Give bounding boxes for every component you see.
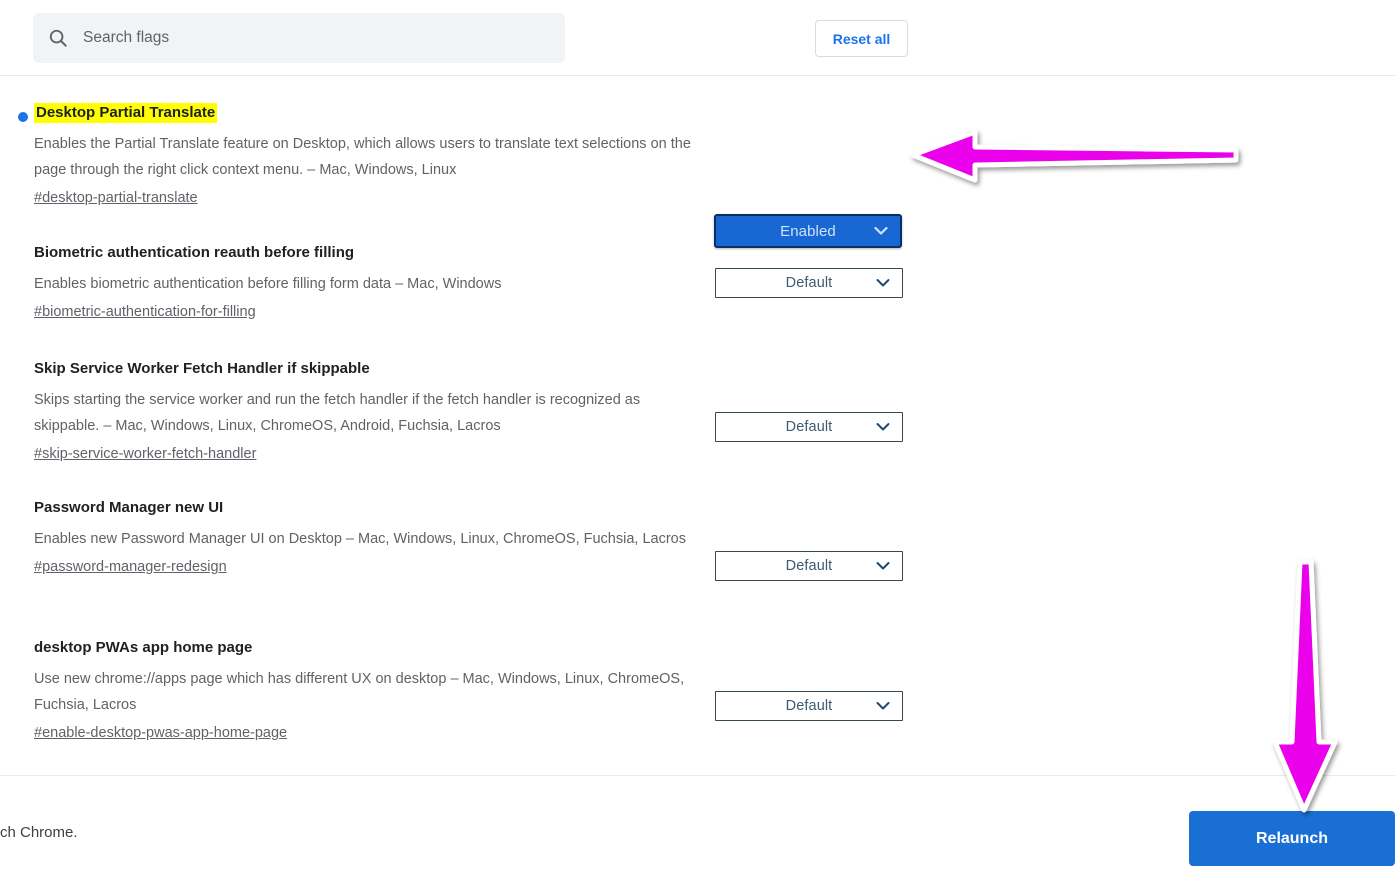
search-box[interactable]: [33, 13, 565, 63]
search-input[interactable]: [83, 29, 523, 47]
flag-modified-dot: [18, 112, 28, 122]
relaunch-bar: ch Chrome. Relaunch: [0, 775, 1395, 877]
flag-text-block: Skip Service Worker Fetch Handler if ski…: [34, 359, 699, 466]
flag-select-password-manager-redesign[interactable]: Default: [715, 551, 903, 581]
flag-description: Enables new Password Manager UI on Deskt…: [34, 531, 686, 547]
flag-select-value: Enabled: [780, 222, 836, 240]
flag-title: Password Manager new UI: [34, 499, 224, 516]
flag-description: Enables the Partial Translate feature on…: [34, 136, 691, 178]
flag-select-skip-service-worker-fetch-handler[interactable]: Default: [715, 412, 903, 442]
flag-title: Skip Service Worker Fetch Handler if ski…: [34, 360, 370, 377]
flag-hash-link[interactable]: #skip-service-worker-fetch-handler: [34, 442, 256, 466]
flag-title: Biometric authentication reauth before f…: [34, 244, 355, 261]
flag-select-enable-desktop-pwas-app-home-page[interactable]: Default: [715, 691, 903, 721]
flags-toolbar: Reset all: [0, 0, 1395, 76]
flag-select-biometric-authentication-for-filling[interactable]: Default: [715, 268, 903, 298]
chevron-down-icon: [876, 562, 890, 570]
flag-hash-link[interactable]: #password-manager-redesign: [34, 555, 227, 579]
flag-description: Skips starting the service worker and ru…: [34, 392, 641, 434]
relaunch-button[interactable]: Relaunch: [1189, 811, 1395, 866]
chevron-down-icon: [874, 226, 888, 235]
flag-description: Enables biometric authentication before …: [34, 276, 502, 292]
flag-select-value: Default: [785, 419, 833, 435]
flag-select-value: Default: [785, 558, 833, 574]
flag-hash-link[interactable]: #desktop-partial-translate: [34, 186, 198, 210]
flag-text-block: Biometric authentication reauth before f…: [34, 243, 699, 324]
chevron-down-icon: [876, 423, 890, 431]
relaunch-note: ch Chrome.: [0, 824, 78, 841]
flag-description: Use new chrome://apps page which has dif…: [34, 671, 685, 713]
flag-hash-link[interactable]: #enable-desktop-pwas-app-home-page: [34, 721, 287, 745]
flag-hash-link[interactable]: #biometric-authentication-for-filling: [34, 300, 256, 324]
flag-select-desktop-partial-translate[interactable]: Enabled: [714, 214, 902, 248]
reset-all-button[interactable]: Reset all: [815, 20, 908, 57]
flag-select-value: Default: [785, 698, 833, 714]
search-icon: [49, 29, 67, 47]
flag-title: desktop PWAs app home page: [34, 639, 253, 656]
flag-text-block: Desktop Partial Translate Enables the Pa…: [34, 103, 699, 210]
chevron-down-icon: [876, 702, 890, 710]
flags-list: Desktop Partial Translate Enables the Pa…: [0, 76, 1395, 775]
flag-text-block: desktop PWAs app home page Use new chrom…: [34, 638, 699, 745]
flag-title: Desktop Partial Translate: [34, 103, 218, 123]
chevron-down-icon: [876, 279, 890, 287]
flag-text-block: Password Manager new UI Enables new Pass…: [34, 498, 699, 579]
flag-select-value: Default: [785, 275, 833, 291]
